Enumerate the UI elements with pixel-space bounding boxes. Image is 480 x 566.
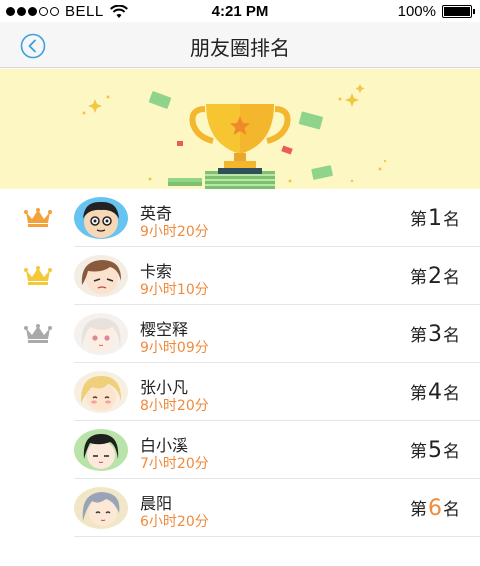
rank-number: 1: [428, 206, 442, 231]
avatar[interactable]: [74, 371, 128, 413]
avatar[interactable]: [74, 255, 128, 297]
crown-cell: [0, 305, 74, 363]
online-duration: 8小时20分: [140, 398, 209, 414]
rank-label: 第 5 名: [410, 437, 460, 463]
rank-number: 6: [428, 496, 442, 521]
rank-suffix: 名: [443, 384, 460, 404]
gold-crown-icon: [24, 208, 52, 227]
rank-label: 第 2 名: [410, 263, 460, 289]
navigation-bar: 朋友圈排名: [0, 22, 480, 68]
rank-label: 第 4 名: [410, 379, 460, 405]
status-right: 100%: [397, 3, 475, 20]
trophy-banner: [0, 69, 480, 189]
rank-number: 2: [428, 264, 442, 289]
crown-cell: [0, 189, 74, 247]
online-duration: 9小时20分: [140, 224, 209, 240]
rank-prefix: 第: [410, 384, 427, 404]
crown-cell: [0, 247, 74, 305]
list-item[interactable]: 卡索 9小时10分 第 2 名: [24, 247, 480, 305]
rank-number: 5: [428, 438, 442, 463]
online-duration: 6小时20分: [140, 514, 209, 530]
ranking-list: 英奇 9小时20分 第 1 名 卡索 9小时10分 第 2 名 樱空释 9小时0…: [0, 189, 480, 537]
rank-label: 第 3 名: [410, 321, 460, 347]
rank-prefix: 第: [410, 442, 427, 462]
rank-label: 第 1 名: [410, 205, 460, 231]
rank-suffix: 名: [443, 326, 460, 346]
rank-prefix: 第: [410, 326, 427, 346]
rank-number: 3: [428, 322, 442, 347]
list-item[interactable]: 樱空释 9小时09分 第 3 名: [24, 305, 480, 363]
avatar[interactable]: [74, 429, 128, 471]
silver-crown-icon: [24, 324, 52, 343]
rank-label: 第 6 名: [410, 495, 460, 521]
rank-number: 4: [428, 380, 442, 405]
list-item[interactable]: 晨阳 6小时20分 第 6 名: [74, 479, 480, 537]
trophy-icon: [189, 104, 291, 174]
page-title: 朋友圈排名: [190, 36, 290, 60]
online-duration: 7小时20分: [140, 456, 209, 472]
rank-prefix: 第: [410, 268, 427, 288]
battery-percentage: 100%: [397, 3, 436, 20]
avatar[interactable]: [74, 197, 128, 239]
rank-suffix: 名: [443, 268, 460, 288]
yellow-crown-icon: [24, 266, 52, 285]
avatar[interactable]: [74, 487, 128, 529]
rank-suffix: 名: [443, 210, 460, 230]
list-item[interactable]: 张小凡 8小时20分 第 4 名: [74, 363, 480, 421]
rank-suffix: 名: [443, 500, 460, 520]
status-bar: BELL 4:21 PM 100%: [0, 0, 480, 22]
online-duration: 9小时09分: [140, 340, 209, 356]
online-duration: 9小时10分: [140, 282, 209, 298]
list-item[interactable]: 白小溪 7小时20分 第 5 名: [74, 421, 480, 479]
avatar[interactable]: [74, 313, 128, 355]
rank-prefix: 第: [410, 210, 427, 230]
battery-icon: [442, 5, 475, 18]
rank-suffix: 名: [443, 442, 460, 462]
trophy-illustration: [82, 84, 387, 189]
list-item[interactable]: 英奇 9小时20分 第 1 名: [24, 189, 480, 247]
rank-prefix: 第: [410, 500, 427, 520]
